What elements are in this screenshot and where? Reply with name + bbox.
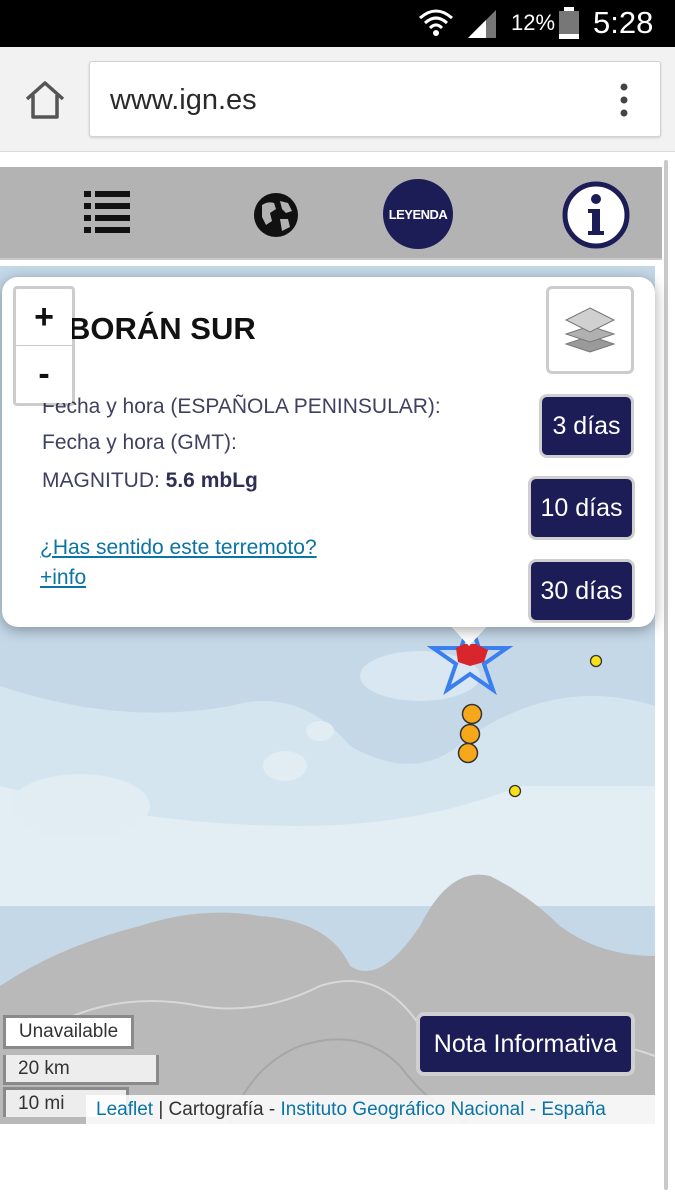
more-info-link[interactable]: +info: [40, 566, 86, 590]
attribution-sep: | Cartografía -: [153, 1099, 281, 1120]
globe-icon[interactable]: [252, 191, 300, 239]
quake-marker[interactable]: [461, 703, 483, 725]
address-bar[interactable]: www.ign.es: [89, 61, 661, 137]
attribution-dash: -: [524, 1099, 542, 1120]
url-text: www.ign.es: [110, 84, 257, 116]
quake-marker[interactable]: [508, 784, 522, 798]
browser-toolbar: www.ign.es: [0, 47, 675, 152]
map-attribution: Leaflet | Cartografía - Instituto Geográ…: [86, 1095, 655, 1125]
nota-informativa-button[interactable]: Nota Informativa: [416, 1012, 635, 1076]
popup-title: BORÁN SUR: [68, 311, 256, 346]
date-gmt-label: Fecha y hora (GMT):: [42, 431, 237, 454]
clock: 5:28: [593, 5, 654, 40]
magnitude-row: MAGNITUD: 5.6 mbLg: [42, 469, 258, 493]
wifi-icon: [419, 9, 453, 36]
battery-icon: [559, 7, 579, 39]
signal-icon: [468, 10, 496, 38]
filter-10-days-button[interactable]: 10 días: [528, 476, 635, 540]
page-scrollbar[interactable]: [664, 160, 668, 1190]
overflow-menu-icon[interactable]: [614, 82, 634, 118]
quake-marker[interactable]: [457, 742, 479, 764]
status-bar: 12% 5:28: [0, 0, 675, 47]
battery-percent: 12%: [511, 10, 556, 35]
quake-marker[interactable]: [459, 723, 481, 745]
zoom-control: + -: [13, 286, 75, 406]
layers-icon: [564, 307, 616, 353]
ign-link[interactable]: Instituto Geográfico Nacional: [280, 1099, 524, 1120]
leaflet-link[interactable]: Leaflet: [96, 1099, 153, 1120]
zoom-in-button[interactable]: +: [16, 289, 72, 346]
scale-km: 20 km: [3, 1055, 159, 1085]
info-icon[interactable]: [562, 181, 630, 249]
felt-earthquake-link[interactable]: ¿Has sentido este terremoto?: [40, 536, 317, 560]
magnitude-value: 5.6 mbLg: [165, 469, 258, 492]
zoom-out-button[interactable]: -: [16, 346, 72, 403]
layers-button[interactable]: [546, 286, 634, 374]
list-icon[interactable]: [82, 189, 132, 233]
app-toolbar: LEYENDA: [0, 167, 662, 260]
date-local-label: Fecha y hora (ESPAÑOLA PENINSULAR):: [42, 395, 441, 418]
filter-30-days-button[interactable]: 30 días: [528, 559, 635, 623]
espana-link[interactable]: España: [541, 1099, 605, 1120]
quake-marker[interactable]: [589, 654, 603, 668]
legend-button[interactable]: LEYENDA: [383, 179, 453, 249]
magnitude-label: MAGNITUD:: [42, 469, 160, 492]
unavailable-label: Unavailable: [3, 1015, 134, 1049]
filter-3-days-button[interactable]: 3 días: [539, 394, 634, 458]
home-icon[interactable]: [22, 77, 68, 123]
